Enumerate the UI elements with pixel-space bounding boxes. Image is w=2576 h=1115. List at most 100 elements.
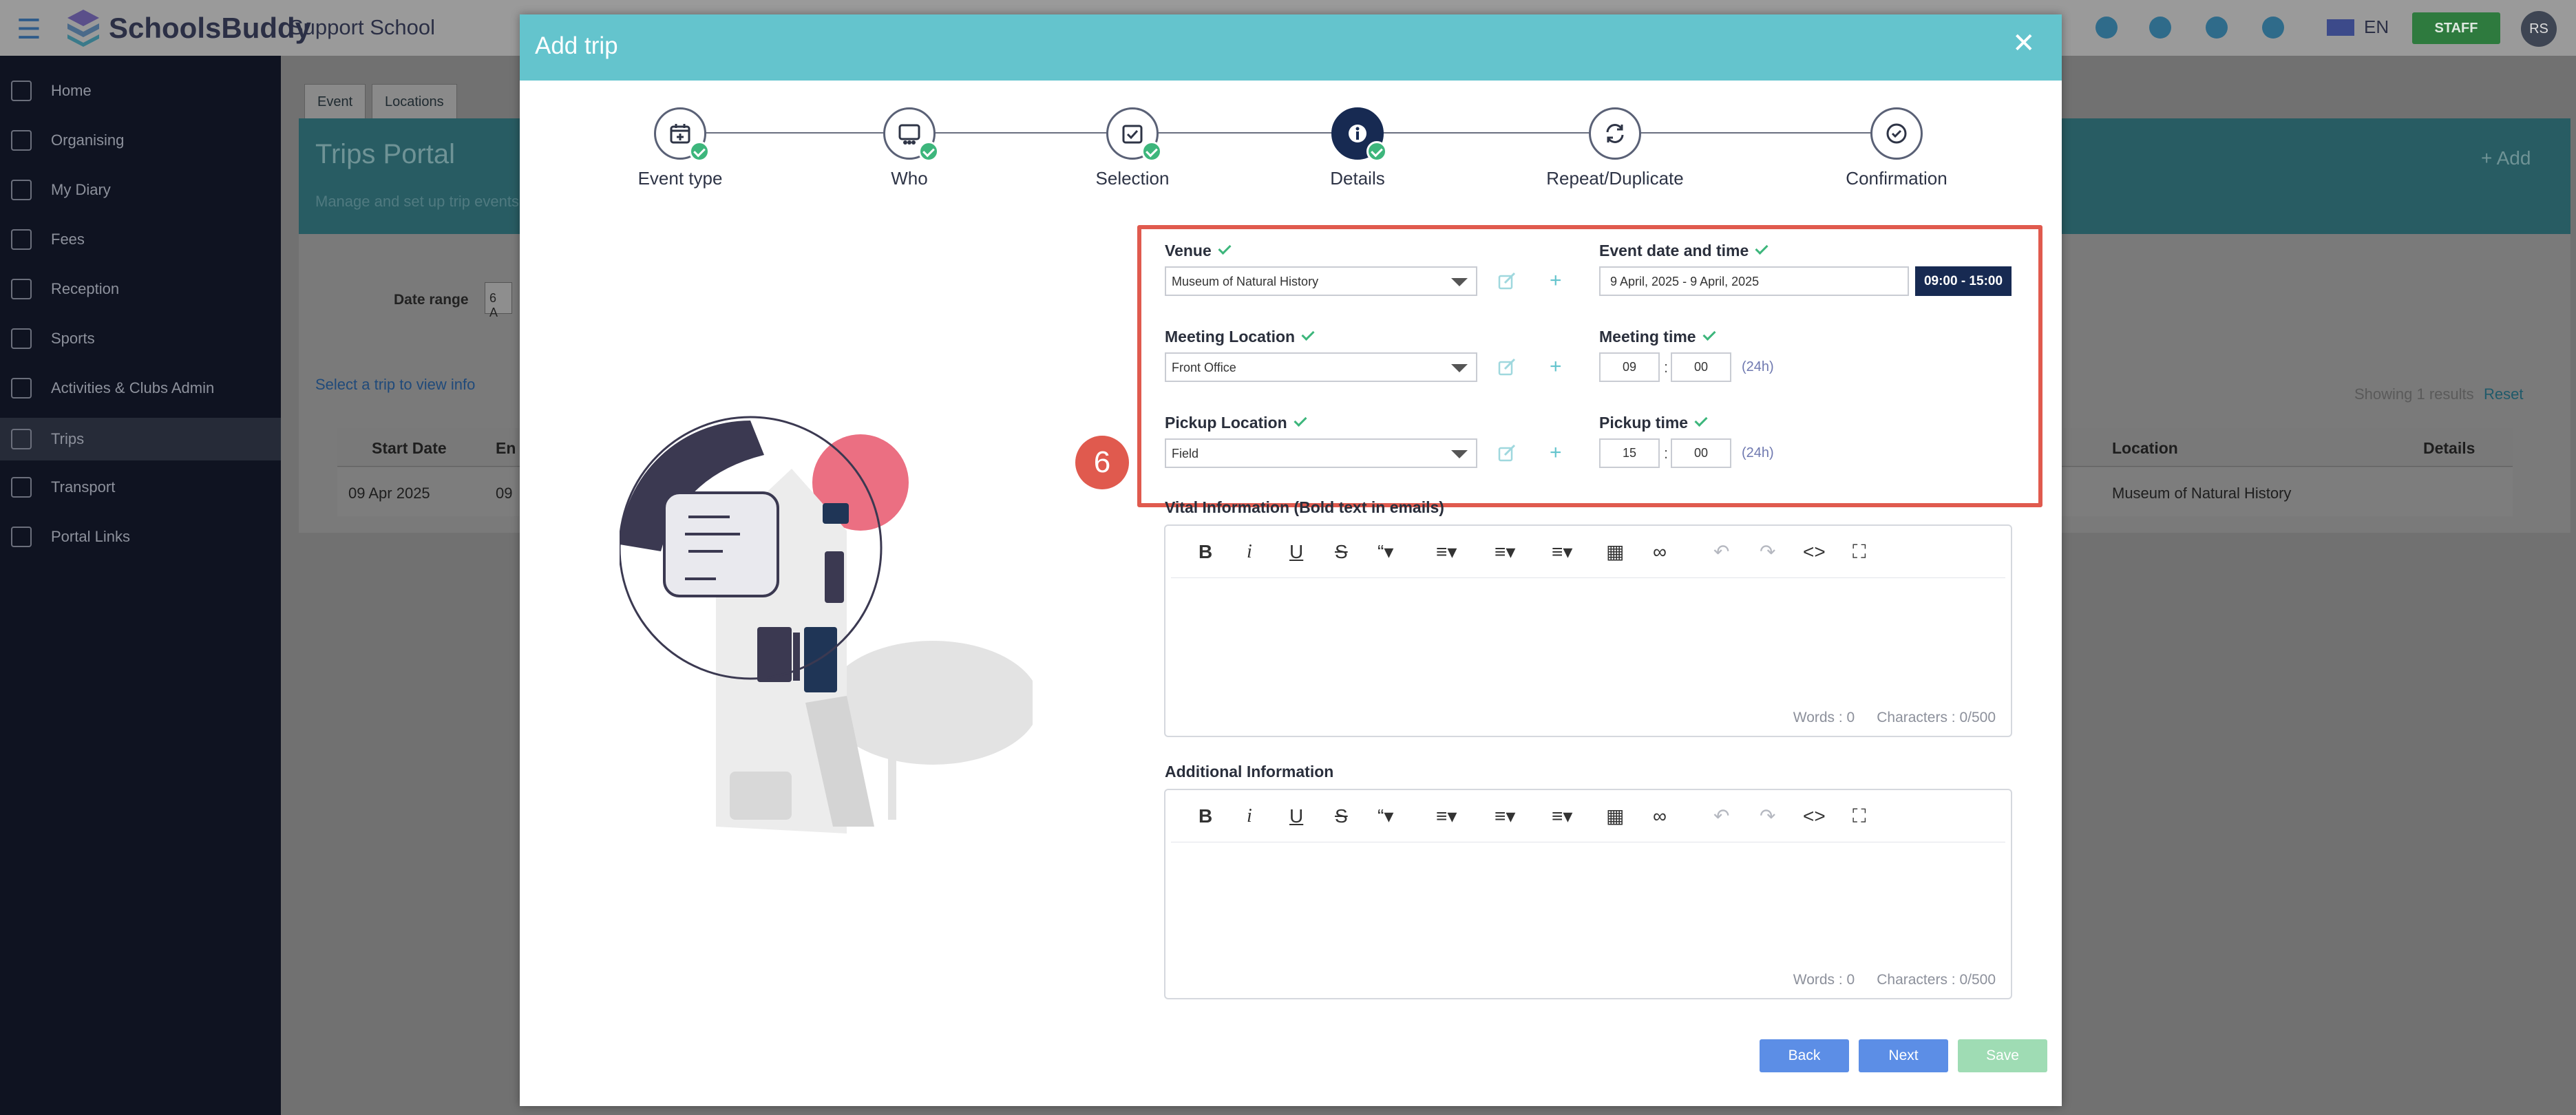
sidebar-item-portal-links[interactable]: Portal Links xyxy=(0,516,281,558)
save-button[interactable]: Save xyxy=(1958,1039,2047,1072)
step-label: Selection xyxy=(1095,168,1170,189)
tab-locations[interactable]: Locations xyxy=(372,84,457,120)
event-time-range[interactable]: 09:00 - 15:00 xyxy=(1915,266,2012,296)
add-meeting-location-icon[interactable]: + xyxy=(1550,357,1562,377)
sidebar-item-trips[interactable]: Trips xyxy=(0,418,281,460)
bold-icon[interactable]: B xyxy=(1199,541,1212,563)
close-icon[interactable]: ✕ xyxy=(2012,30,2036,57)
add-venue-icon[interactable]: + xyxy=(1550,270,1562,291)
date-range-input[interactable]: 6 A xyxy=(485,282,512,319)
check-circle-icon xyxy=(1886,123,1907,144)
step-details[interactable]: Details xyxy=(1261,107,1454,189)
sidebar-item-reception[interactable]: Reception xyxy=(0,268,281,310)
quote-icon[interactable]: “▾ xyxy=(1377,805,1393,827)
link-icon[interactable]: ∞ xyxy=(1653,805,1667,827)
step-confirmation[interactable]: Confirmation xyxy=(1800,107,1993,189)
meeting-location-label-text: Meeting Location xyxy=(1165,328,1296,346)
sidebar-item-organising[interactable]: Organising xyxy=(0,119,281,162)
code-icon[interactable]: <> xyxy=(1803,805,1826,827)
step-who[interactable]: Who xyxy=(813,107,1006,189)
sidebar-item-home[interactable]: Home xyxy=(0,70,281,112)
meeting-hour-input[interactable]: 09 xyxy=(1599,352,1660,382)
strikethrough-icon[interactable]: S xyxy=(1335,805,1348,827)
pickup-minute-input[interactable]: 00 xyxy=(1671,438,1731,468)
support-icon[interactable] xyxy=(2206,17,2228,39)
bold-icon[interactable]: B xyxy=(1199,805,1212,827)
sidebar-item-transport[interactable]: Transport xyxy=(0,466,281,509)
edit-pickup-location-icon[interactable] xyxy=(1497,444,1517,463)
undo-icon[interactable]: ↶ xyxy=(1713,541,1729,563)
staff-badge[interactable]: STAFF xyxy=(2412,12,2500,44)
ordered-list-icon[interactable]: ≡▾ xyxy=(1436,541,1457,563)
bullet-list-icon[interactable]: ≡▾ xyxy=(1495,805,1515,827)
venue-label-text: Venue xyxy=(1165,242,1212,259)
pickup-location-select[interactable]: Field xyxy=(1165,438,1477,468)
additional-info-editor[interactable]: B i U S “▾ ≡▾ ≡▾ ≡▾ ▦ ∞ ↶ ↷ <> ⛶ Words :… xyxy=(1164,789,2012,999)
word-count: Words : 0 xyxy=(1793,710,1855,725)
step-complete-icon xyxy=(1141,141,1162,162)
bicycle-icon xyxy=(11,328,32,349)
folder-icon xyxy=(11,527,32,547)
step-event-type[interactable]: Event type xyxy=(584,107,777,189)
sidebar-item-sports[interactable]: Sports xyxy=(0,317,281,360)
underline-icon[interactable]: U xyxy=(1289,805,1303,827)
underline-icon[interactable]: U xyxy=(1289,541,1303,563)
sidebar-item-my-diary[interactable]: My Diary xyxy=(0,169,281,211)
step-selection[interactable]: Selection xyxy=(1036,107,1229,189)
next-button[interactable]: Next xyxy=(1859,1039,1948,1072)
code-icon[interactable]: <> xyxy=(1803,541,1826,563)
step-repeat-duplicate[interactable]: Repeat/Duplicate xyxy=(1519,107,1711,189)
reset-link[interactable]: Reset xyxy=(2484,385,2523,403)
event-date-range-input[interactable]: 9 April, 2025 - 9 April, 2025 xyxy=(1599,266,1909,296)
time-separator: : xyxy=(1664,445,1669,462)
chevron-down-icon xyxy=(1451,450,1468,458)
people-icon xyxy=(898,124,920,145)
undo-icon[interactable]: ↶ xyxy=(1713,805,1729,827)
meeting-location-select[interactable]: Front Office xyxy=(1165,352,1477,382)
language-label[interactable]: EN xyxy=(2364,17,2389,38)
column-start-date[interactable]: Start Date xyxy=(372,439,447,458)
gear-icon[interactable] xyxy=(2149,17,2171,39)
italic-icon[interactable]: i xyxy=(1247,541,1252,563)
tab-event[interactable]: Event xyxy=(304,84,366,120)
ordered-list-icon[interactable]: ≡▾ xyxy=(1436,805,1457,827)
link-icon[interactable]: ∞ xyxy=(1653,541,1667,563)
column-end-date[interactable]: En xyxy=(496,439,516,458)
align-icon[interactable]: ≡▾ xyxy=(1552,805,1572,827)
fullscreen-icon[interactable]: ⛶ xyxy=(1852,805,1866,827)
sidebar-item-activities[interactable]: Activities & Clubs Admin xyxy=(0,367,281,410)
sidebar: Home Organising My Diary Fees Reception … xyxy=(0,56,281,1115)
sidebar-item-fees[interactable]: Fees xyxy=(0,218,281,261)
time-separator: : xyxy=(1664,359,1669,376)
edit-venue-icon[interactable] xyxy=(1497,272,1517,291)
column-location[interactable]: Location xyxy=(2112,439,2178,458)
table-icon[interactable]: ▦ xyxy=(1606,541,1624,563)
add-button[interactable]: + Add xyxy=(2481,147,2531,169)
strikethrough-icon[interactable]: S xyxy=(1335,541,1348,563)
table-icon[interactable]: ▦ xyxy=(1606,805,1624,827)
step-callout-badge: 6 xyxy=(1075,436,1129,489)
redo-icon[interactable]: ↷ xyxy=(1760,541,1775,563)
dialog-header: Add trip ✕ xyxy=(520,14,2062,81)
uk-flag-icon[interactable] xyxy=(2327,19,2354,36)
quote-icon[interactable]: “▾ xyxy=(1377,541,1393,563)
pickup-hour-input[interactable]: 15 xyxy=(1599,438,1660,468)
date-range-label: Date range xyxy=(394,292,469,308)
align-icon[interactable]: ≡▾ xyxy=(1552,541,1572,563)
fullscreen-icon[interactable]: ⛶ xyxy=(1852,541,1866,563)
italic-icon[interactable]: i xyxy=(1247,805,1252,827)
meeting-time-format: (24h) xyxy=(1742,359,1774,374)
avatar[interactable]: RS xyxy=(2521,11,2557,47)
editor-toolbar: B i U S “▾ ≡▾ ≡▾ ≡▾ ▦ ∞ ↶ ↷ <> ⛶ xyxy=(1171,526,2005,578)
venue-select[interactable]: Museum of Natural History xyxy=(1165,266,1477,296)
bullet-list-icon[interactable]: ≡▾ xyxy=(1495,541,1515,563)
meeting-minute-input[interactable]: 00 xyxy=(1671,352,1731,382)
mail-icon[interactable] xyxy=(2095,17,2118,39)
redo-icon[interactable]: ↷ xyxy=(1760,805,1775,827)
add-pickup-location-icon[interactable]: + xyxy=(1550,443,1562,463)
hamburger-icon[interactable]: ☰ xyxy=(17,14,41,45)
calendar-icon[interactable] xyxy=(2262,17,2284,39)
edit-meeting-location-icon[interactable] xyxy=(1497,358,1517,377)
vital-info-editor[interactable]: B i U S “▾ ≡▾ ≡▾ ≡▾ ▦ ∞ ↶ ↷ <> ⛶ Words :… xyxy=(1164,524,2012,737)
back-button[interactable]: Back xyxy=(1760,1039,1849,1072)
